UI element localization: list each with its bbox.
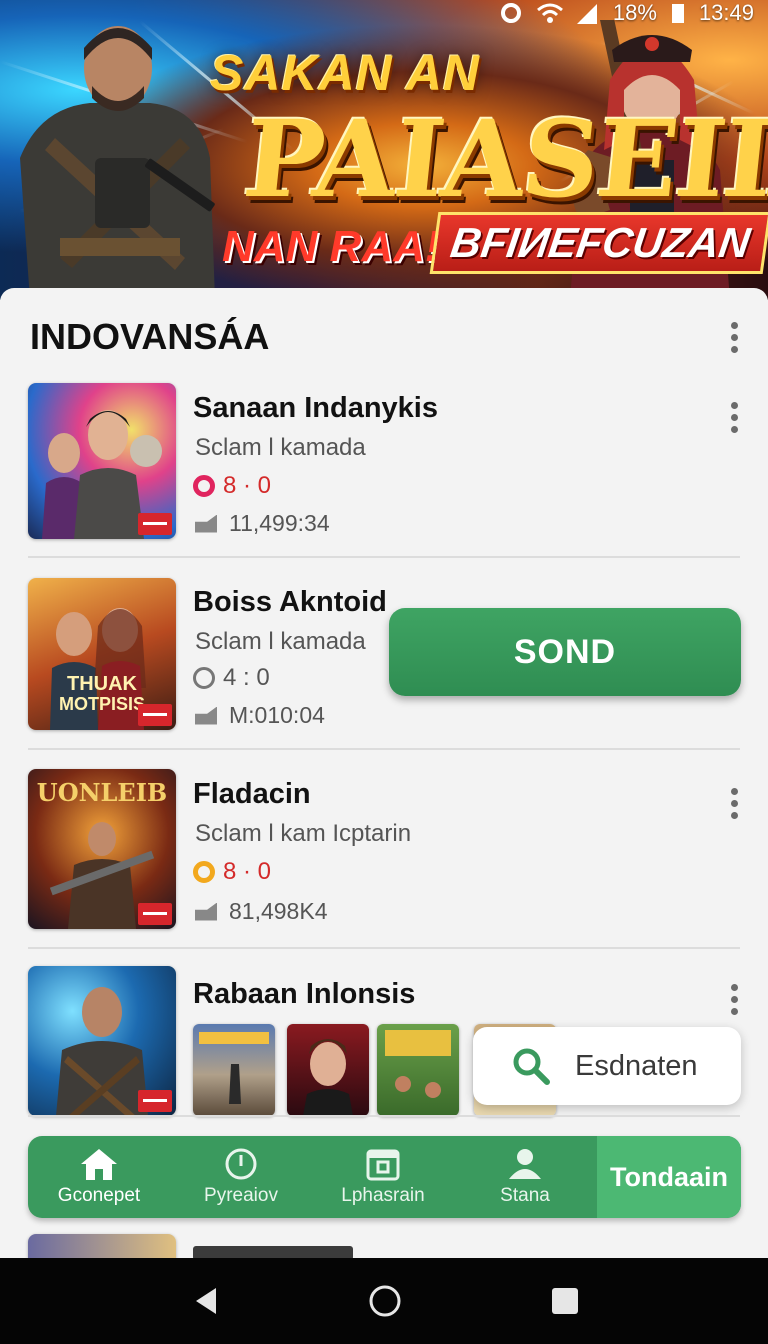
app-subtitle: Sclam l kamada	[195, 434, 366, 461]
download-icon	[195, 706, 217, 725]
divider	[28, 748, 740, 750]
rating-value: 8 · 0	[223, 472, 272, 499]
app-rating: 8 · 0	[193, 472, 271, 500]
system-navigation-bar	[0, 1258, 768, 1344]
app-downloads: M:010:04	[195, 702, 325, 729]
clock-icon	[221, 1147, 261, 1181]
app-screen: 18% 13:49 SAKAN AN PAIASEIIA NAN RAA! BF…	[0, 0, 768, 1344]
screenshot-art	[303, 1039, 353, 1116]
screenshot-art	[385, 1030, 451, 1098]
recents-icon[interactable]	[551, 1287, 579, 1315]
rating-icon	[193, 475, 215, 497]
clock-time: 13:49	[698, 0, 754, 25]
back-icon[interactable]	[192, 1286, 220, 1316]
app-rating: 8 · 0	[193, 858, 271, 886]
app-thumbnail[interactable]: THUAK MOTPISIS	[28, 578, 176, 730]
app-badge	[138, 903, 172, 925]
screenshot-thumb[interactable]	[193, 1024, 275, 1116]
nav-tab-history[interactable]: Pyreaiov	[170, 1136, 312, 1218]
downloads-value: 81,498K4	[229, 898, 328, 924]
svg-text:MOTPISIS: MOTPISIS	[59, 694, 145, 714]
download-icon	[195, 514, 217, 533]
nav-tab-label: Pyreaiov	[204, 1185, 278, 1206]
hero-soldier-image	[0, 8, 240, 300]
banner-title-top: SAKAN AN	[210, 45, 481, 101]
download-icon	[195, 902, 217, 921]
divider	[28, 556, 740, 558]
nav-tab-home[interactable]: Gconepet	[28, 1136, 170, 1218]
banner-title-main: PAIASEIIA	[238, 96, 768, 221]
calendar-icon	[363, 1147, 403, 1181]
search-chip-label: Esdnaten	[575, 1049, 698, 1082]
item-more-icon[interactable]	[724, 784, 744, 824]
home-circle-icon[interactable]	[368, 1284, 402, 1318]
app-subtitle: Sclam l kamada	[195, 628, 366, 655]
battery-icon	[671, 2, 685, 24]
section-title: INDOVANSÁA	[30, 316, 270, 357]
app-rating: 4 : 0	[193, 664, 270, 692]
downloads-value: 11,499:34	[229, 510, 330, 536]
app-thumbnail[interactable]	[28, 966, 176, 1116]
nav-tab-label: Stana	[500, 1185, 550, 1206]
banner-subtitle-right: BFIИEFCUZAN	[447, 219, 753, 266]
search-chip[interactable]: Esdnaten	[473, 1027, 741, 1105]
downloads-value: M:010:04	[229, 702, 325, 728]
banner-subtitle-left: NAN RAA!	[222, 222, 440, 271]
app-thumbnail[interactable]	[28, 383, 176, 539]
signal-icon	[575, 2, 599, 24]
nav-tab-profile[interactable]: Stana	[454, 1136, 596, 1218]
nav-tab-active[interactable]: Tondaain	[597, 1136, 741, 1218]
status-bar: 18% 13:49	[499, 0, 754, 26]
nav-tab-schedule[interactable]: Lphasrain	[312, 1136, 454, 1218]
divider	[28, 1115, 740, 1117]
user-icon	[505, 1147, 545, 1181]
item-more-icon[interactable]	[724, 980, 744, 1020]
app-badge	[138, 704, 172, 726]
rating-value: 4 : 0	[223, 664, 270, 691]
home-icon	[79, 1147, 119, 1181]
app-downloads: 81,498K4	[195, 898, 327, 925]
item-more-icon[interactable]	[724, 398, 744, 438]
divider	[28, 947, 740, 949]
send-button[interactable]: SOND	[389, 608, 741, 696]
search-icon	[513, 1048, 550, 1085]
section-more-icon[interactable]	[724, 318, 744, 358]
app-list-section: INDOVANSÁA Sanaan Indanykis Sclam l kama…	[0, 288, 768, 1258]
nav-tab-label: Lphasrain	[341, 1185, 425, 1206]
screenshot-thumb[interactable]	[377, 1024, 459, 1116]
bottom-navigation: Gconepet Pyreaiov Lphasrain Stana Tondaa…	[28, 1136, 741, 1218]
settings-icon	[499, 2, 523, 24]
app-subtitle: Sclam l kam Icptarin	[195, 820, 412, 847]
app-badge	[138, 1090, 172, 1112]
promo-banner[interactable]: 18% 13:49 SAKAN AN PAIASEIIA NAN RAA! BF…	[0, 0, 768, 300]
app-thumbnail[interactable]: UONLEIB	[28, 769, 176, 929]
screenshot-art	[199, 1032, 269, 1104]
app-title[interactable]: Boiss Akntoid	[193, 586, 387, 619]
app-title-peek	[193, 1246, 353, 1258]
svg-text:THUAK: THUAK	[67, 673, 138, 695]
app-downloads: 11,499:34	[195, 510, 330, 537]
rating-value: 8 · 0	[223, 858, 272, 885]
rating-icon	[193, 667, 215, 689]
wifi-icon	[536, 2, 563, 24]
app-title[interactable]: Sanaan Indanykis	[193, 392, 438, 425]
app-badge	[138, 513, 172, 535]
app-title[interactable]: Rabaan Inlonsis	[193, 978, 415, 1011]
screenshot-thumb[interactable]	[287, 1024, 369, 1116]
app-thumbnail-peek[interactable]	[28, 1234, 176, 1258]
app-title[interactable]: Fladacin	[193, 778, 311, 811]
rating-icon	[193, 861, 215, 883]
svg-text:UONLEIB: UONLEIB	[37, 778, 167, 807]
banner-subtitle-badge: BFIИEFCUZAN	[429, 212, 768, 274]
battery-percent: 18%	[612, 0, 657, 25]
nav-tab-label: Gconepet	[57, 1185, 141, 1206]
